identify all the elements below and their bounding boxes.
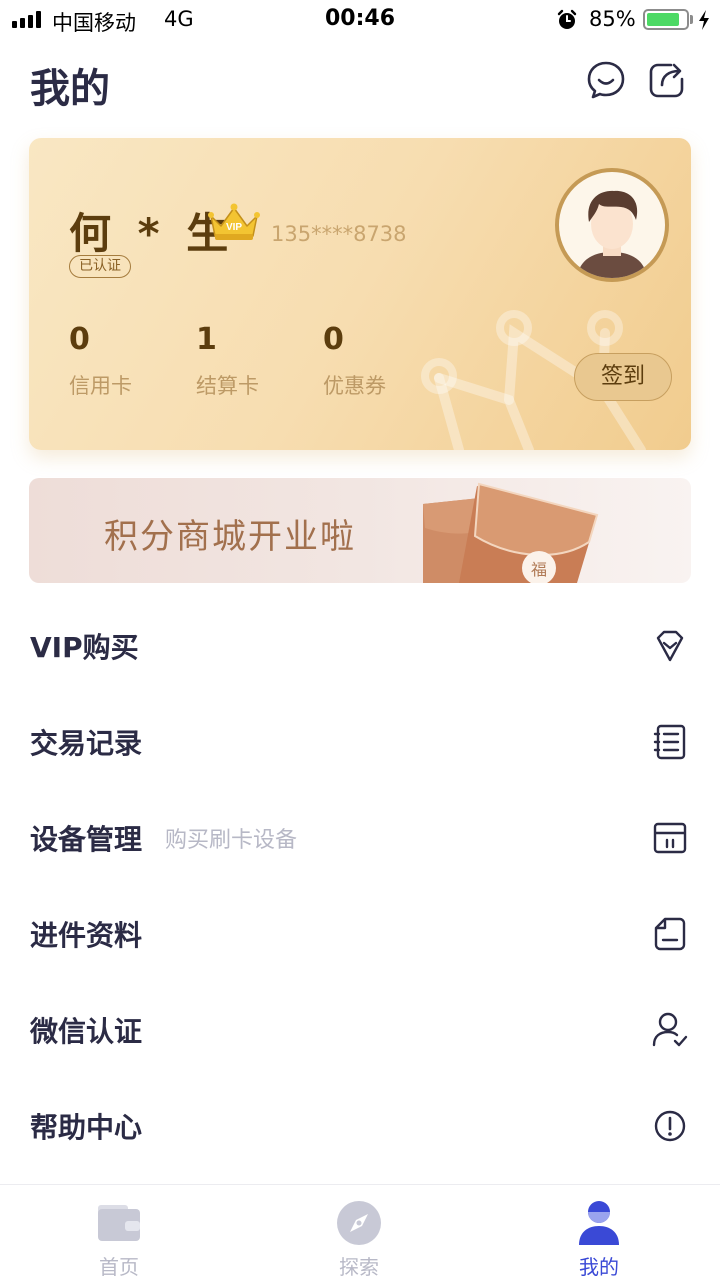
stat-value: 1 xyxy=(196,322,217,357)
stat-value: 0 xyxy=(323,322,344,357)
tab-mine[interactable]: 我的 xyxy=(539,1185,659,1280)
stat-value: 0 xyxy=(69,322,90,357)
avatar[interactable] xyxy=(555,168,669,282)
vip-crown-icon: VIP xyxy=(208,203,260,240)
menu-item-help-center[interactable]: 帮助中心 xyxy=(0,1078,720,1174)
verified-badge: 已认证 xyxy=(69,255,131,278)
card-reader-icon xyxy=(653,822,687,854)
stat-coupon[interactable]: 0 优惠券 xyxy=(323,322,433,400)
user-check-icon xyxy=(652,1012,688,1047)
menu-item-application-docs[interactable]: 进件资料 xyxy=(0,886,720,982)
red-envelope-icon: 福 xyxy=(423,482,599,583)
svg-text:VIP: VIP xyxy=(226,222,242,233)
stat-label: 优惠券 xyxy=(323,374,386,398)
menu-item-label: 进件资料 xyxy=(30,919,143,952)
menu-item-wechat-verify[interactable]: 微信认证 xyxy=(0,982,720,1078)
document-icon xyxy=(654,917,686,951)
menu-item-label: 微信认证 xyxy=(30,1015,143,1048)
tab-label: 首页 xyxy=(99,1255,139,1279)
tab-home[interactable]: 首页 xyxy=(59,1185,179,1280)
stat-label: 信用卡 xyxy=(69,374,132,398)
menu-item-device-management[interactable]: 设备管理 购买刷卡设备 xyxy=(0,790,720,886)
menu-item-label: 帮助中心 xyxy=(30,1111,143,1144)
person-icon xyxy=(579,1201,619,1245)
menu-item-label: 交易记录 xyxy=(30,727,143,760)
page-title: 我的 xyxy=(30,66,110,112)
avatar-person-icon xyxy=(577,190,647,278)
charging-bolt-icon xyxy=(699,10,709,30)
stat-label: 结算卡 xyxy=(196,374,259,398)
compass-icon xyxy=(337,1201,381,1245)
tab-label: 探索 xyxy=(339,1255,379,1279)
stat-settlement-card[interactable]: 1 结算卡 xyxy=(196,322,306,400)
tab-bar: 首页 探索 我的 xyxy=(0,1184,720,1280)
user-phone: 135****8738 xyxy=(271,222,407,246)
svg-text:福: 福 xyxy=(531,560,547,579)
banner-text: 积分商城开业啦 xyxy=(104,517,356,557)
info-icon xyxy=(654,1110,686,1142)
menu-item-transactions[interactable]: 交易记录 xyxy=(0,694,720,790)
tab-label: 我的 xyxy=(579,1255,619,1279)
list-icon xyxy=(653,724,686,760)
battery-percent: 85% xyxy=(589,7,636,31)
member-card[interactable]: 何 * 生 VIP 135****8738 已认证 0 信用卡 1 结算卡 0 … xyxy=(29,138,691,450)
checkin-button[interactable]: 签到 xyxy=(574,353,672,401)
stat-credit-card[interactable]: 0 信用卡 xyxy=(69,322,179,400)
chat-bubble-icon[interactable] xyxy=(586,60,626,100)
status-bar: 中国移动 4G 00:46 85% xyxy=(0,0,720,40)
share-icon[interactable] xyxy=(647,60,687,100)
points-mall-banner[interactable]: 积分商城开业啦 福 xyxy=(29,478,691,583)
wallet-icon xyxy=(98,1205,140,1241)
menu-item-subtitle: 购买刷卡设备 xyxy=(165,828,298,853)
menu-item-label: VIP购买 xyxy=(30,631,139,664)
battery-icon xyxy=(643,9,689,30)
menu-item-vip-purchase[interactable]: VIP购买 xyxy=(0,598,720,694)
alarm-icon xyxy=(557,9,577,29)
menu-item-label: 设备管理 xyxy=(30,823,143,856)
diamond-icon xyxy=(656,630,684,662)
tab-explore[interactable]: 探索 xyxy=(299,1185,419,1280)
